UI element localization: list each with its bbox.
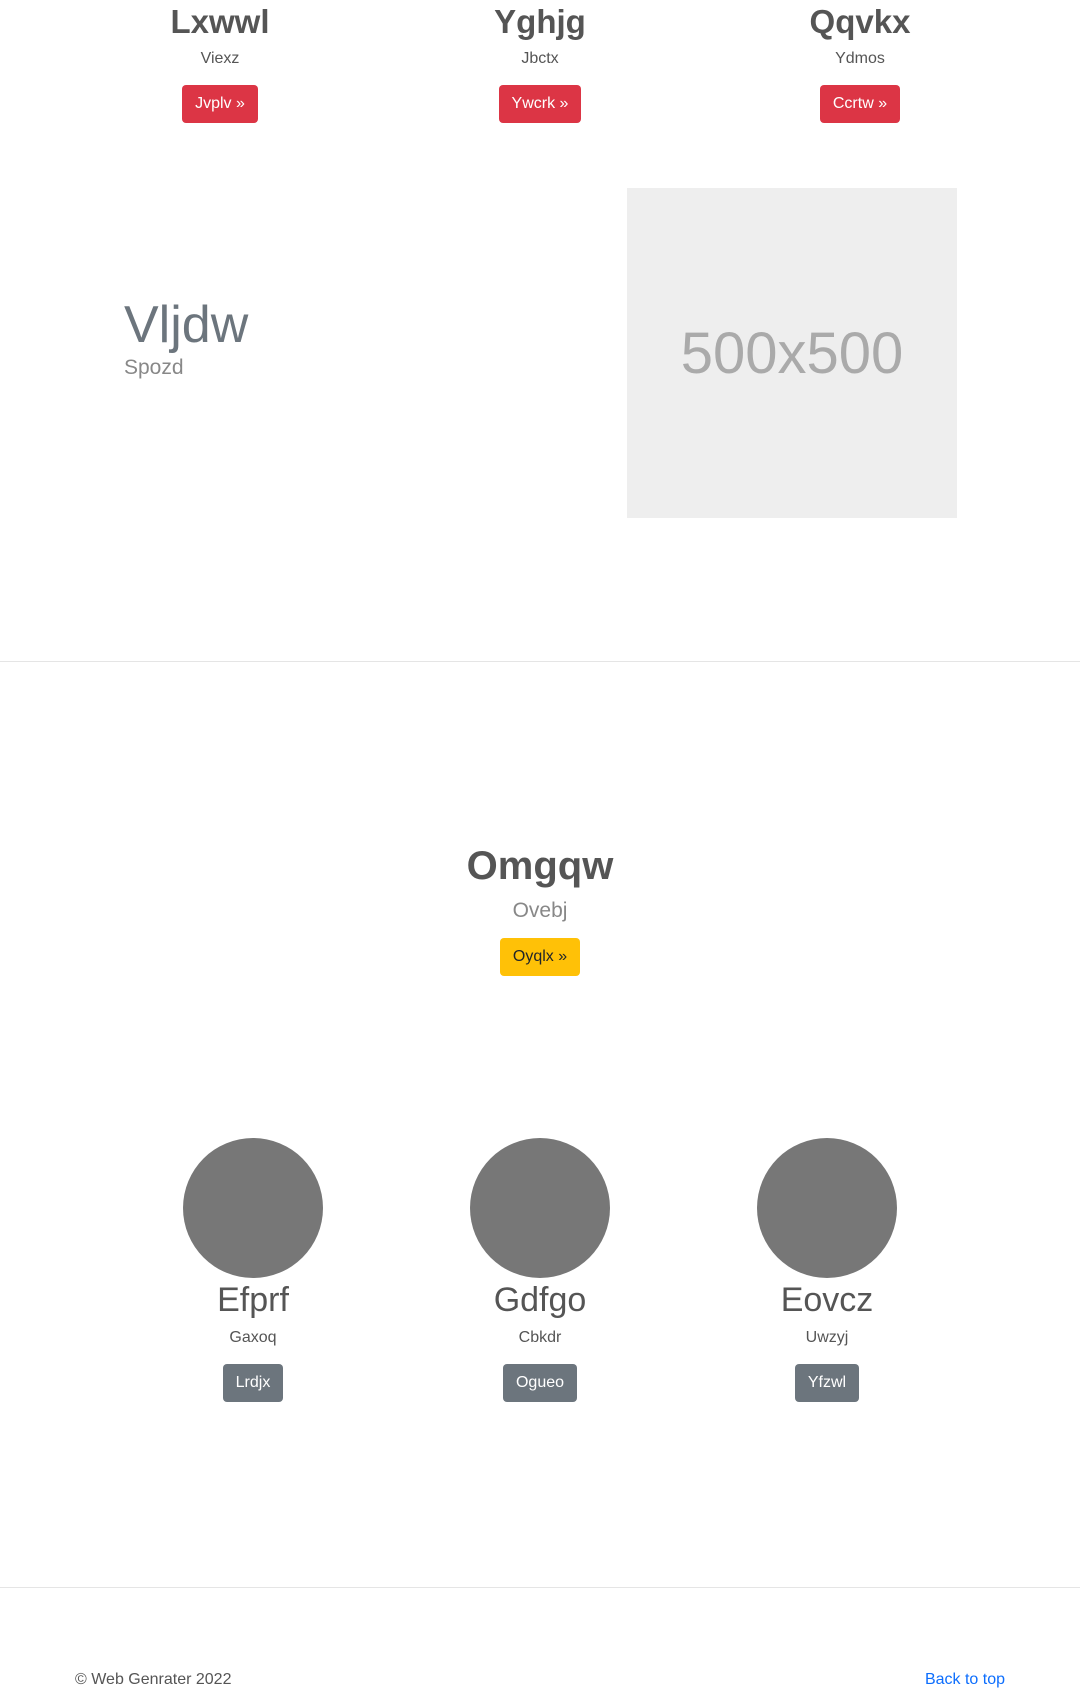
profile-card-2: Gdfgo Cbkdr Ogueo [420,1138,660,1402]
profile-1-button[interactable]: Lrdjx [222,1364,284,1402]
section-divider [0,661,1080,662]
top-column-1: Lxwwl Viexz Jvplv » [80,0,360,123]
back-to-top-link[interactable]: Back to top [925,1670,1005,1690]
feature-image-placeholder: 500x500 [627,188,957,518]
center-heading: Omgqw [466,844,614,888]
top-column-3: Qqvkx Ydmos Ccrtw » [720,0,1000,123]
column-3-button[interactable]: Ccrtw » [819,85,901,123]
column-subtitle: Jbctx [521,50,559,67]
profile-name: Efprf [217,1281,289,1319]
column-title: Qqvkx [809,3,911,40]
feature-text: Vljdw Spozd [124,295,248,381]
avatar [757,1138,897,1278]
feature-heading: Vljdw [124,296,249,354]
copyright-text: © Web Genrater 2022 [75,1671,232,1688]
profile-subtitle: Gaxoq [229,1329,277,1346]
column-subtitle: Viexz [200,50,240,67]
profile-subtitle: Cbkdr [518,1329,562,1346]
column-2-button[interactable]: Ywcrk » [498,85,582,123]
profile-name: Gdfgo [493,1281,587,1319]
feature-subheading: Spozd [124,356,184,379]
top-column-2: Yghjg Jbctx Ywcrk » [400,0,680,123]
center-button[interactable]: Oyqlx » [499,938,581,976]
top-columns-section: Lxwwl Viexz Jvplv » Yghjg Jbctx Ywcrk » … [0,0,1080,140]
footer: © Web Genrater 2022 Back to top [0,1664,1080,1692]
footer-divider [0,1587,1080,1588]
profile-name: Eovcz [780,1281,874,1319]
center-section: Omgqw Ovebj Oyqlx » [0,838,1080,976]
profile-subtitle: Uwzyj [805,1329,849,1346]
profile-3-button[interactable]: Yfzwl [794,1364,860,1402]
profile-2-button[interactable]: Ogueo [502,1364,578,1402]
placeholder-label: 500x500 [680,320,904,386]
avatar [470,1138,610,1278]
profile-card-3: Eovcz Uwzyj Yfzwl [707,1138,947,1402]
avatar [183,1138,323,1278]
column-title: Lxwwl [170,3,270,40]
column-1-button[interactable]: Jvplv » [182,85,258,123]
profile-card-1: Efprf Gaxoq Lrdjx [133,1138,373,1402]
column-title: Yghjg [494,3,586,40]
column-subtitle: Ydmos [835,50,885,67]
center-subheading: Ovebj [512,899,568,922]
feature-section: Vljdw Spozd 500x500 [0,150,1080,660]
